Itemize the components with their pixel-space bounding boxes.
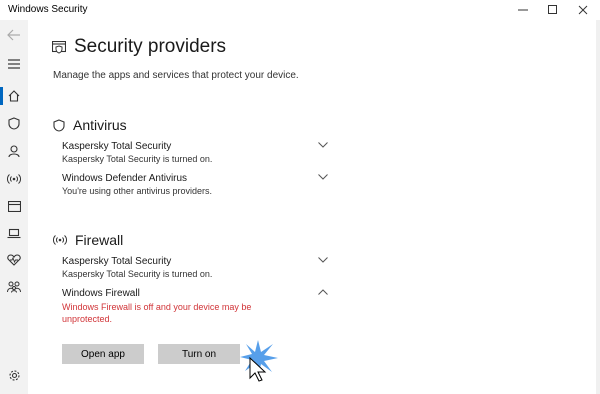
provider-status: Kaspersky Total Security is turned on. [62, 269, 213, 279]
close-button[interactable] [566, 0, 600, 20]
person-icon [8, 144, 20, 157]
shield-icon [8, 116, 20, 130]
open-app-button[interactable]: Open app [62, 344, 144, 364]
provider-name: Kaspersky Total Security [62, 141, 172, 152]
shield-icon [53, 118, 65, 132]
minimize-icon [518, 9, 528, 11]
sidebar-item-app-browser[interactable] [0, 195, 28, 217]
antivirus-title: Antivirus [73, 117, 127, 133]
window-title: Windows Security [8, 4, 88, 15]
minimize-button[interactable] [506, 0, 540, 20]
provider-name: Windows Firewall [62, 288, 140, 299]
sidebar-item-home[interactable] [0, 85, 28, 107]
provider-warning-status: Windows Firewall is off and your device … [62, 302, 252, 324]
sidebar-item-family-options[interactable] [0, 276, 28, 298]
firewall-section-header: Firewall [53, 232, 123, 248]
firewall-provider-kaspersky[interactable]: Kaspersky Total Security Kaspersky Total… [62, 256, 328, 279]
chevron-up-icon[interactable] [318, 289, 328, 295]
antivirus-section-header: Antivirus [53, 117, 127, 133]
provider-status: Kaspersky Total Security is turned on. [62, 154, 213, 164]
security-providers-icon [52, 40, 66, 54]
provider-status: You're using other antivirus providers. [62, 186, 212, 196]
antivirus-provider-defender[interactable]: Windows Defender Antivirus You're using … [62, 173, 328, 196]
maximize-icon [548, 5, 557, 14]
back-button[interactable] [0, 24, 28, 46]
firewall-title: Firewall [75, 232, 124, 248]
firewall-provider-windows[interactable]: Windows Firewall Windows Firewall is off… [62, 288, 328, 325]
chevron-down-icon[interactable] [318, 257, 328, 263]
maximize-button[interactable] [536, 0, 570, 20]
page-description: Manage the apps and services that protec… [53, 70, 299, 81]
laptop-icon [7, 228, 21, 238]
back-arrow-icon [7, 29, 20, 41]
turn-on-button[interactable]: Turn on [158, 344, 240, 364]
provider-name: Windows Defender Antivirus [62, 173, 188, 184]
scrollbar[interactable] [596, 20, 600, 394]
page-header: Security providers [52, 36, 226, 58]
provider-name: Kaspersky Total Security [62, 256, 172, 267]
active-indicator [0, 87, 3, 105]
close-icon [578, 5, 588, 15]
title-bar: Windows Security [0, 0, 600, 20]
gear-icon [8, 369, 20, 381]
page-title: Security providers [74, 36, 227, 57]
wireless-icon [7, 174, 21, 184]
hamburger-menu-button[interactable] [0, 53, 28, 75]
sidebar-item-device-security[interactable] [0, 222, 28, 244]
home-icon [8, 90, 20, 102]
sidebar-item-account-protection[interactable] [0, 140, 28, 162]
sidebar [0, 20, 28, 394]
wireless-icon [53, 235, 67, 245]
click-highlight-cursor [240, 340, 278, 382]
sidebar-item-device-health[interactable] [0, 249, 28, 271]
sidebar-item-firewall[interactable] [0, 168, 28, 190]
chevron-down-icon[interactable] [318, 174, 328, 180]
sidebar-item-settings[interactable] [0, 364, 28, 386]
heart-icon [7, 254, 21, 266]
family-icon [7, 281, 21, 293]
menu-icon [8, 59, 20, 69]
chevron-down-icon[interactable] [318, 142, 328, 148]
sidebar-item-virus-protection[interactable] [0, 112, 28, 134]
app-browser-icon [7, 200, 21, 212]
antivirus-provider-kaspersky[interactable]: Kaspersky Total Security Kaspersky Total… [62, 141, 328, 164]
main-content: Security providers Manage the apps and s… [28, 20, 600, 394]
